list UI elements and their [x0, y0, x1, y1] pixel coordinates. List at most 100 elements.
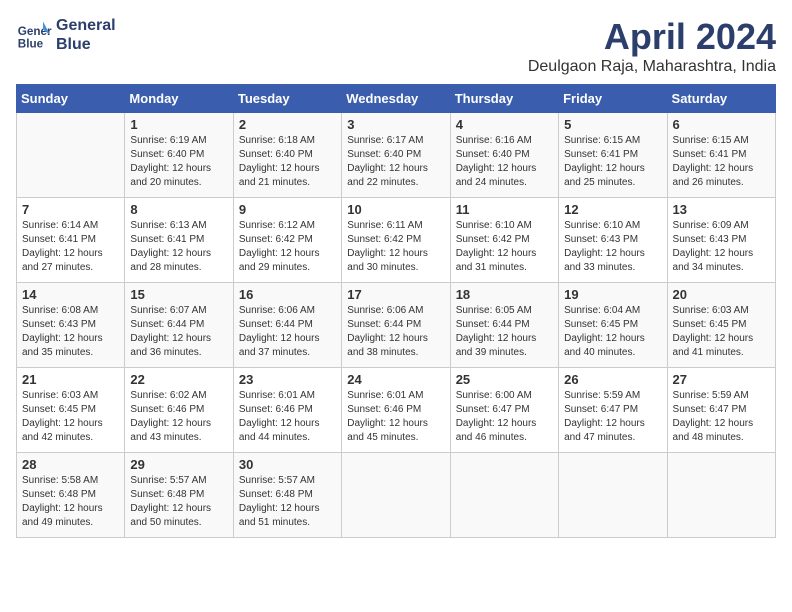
weekday-header-row: SundayMondayTuesdayWednesdayThursdayFrid…	[17, 85, 776, 113]
day-number: 8	[130, 202, 227, 217]
svg-text:Blue: Blue	[18, 38, 44, 51]
day-number: 2	[239, 117, 336, 132]
title-area: April 2024 Deulgaon Raja, Maharashtra, I…	[528, 16, 776, 76]
day-number: 21	[22, 372, 119, 387]
day-info: Sunrise: 6:19 AMSunset: 6:40 PMDaylight:…	[130, 134, 227, 190]
day-info: Sunrise: 5:58 AMSunset: 6:48 PMDaylight:…	[22, 474, 119, 530]
calendar-cell: 30 Sunrise: 5:57 AMSunset: 6:48 PMDaylig…	[233, 453, 341, 538]
weekday-header: Monday	[125, 85, 233, 113]
day-number: 16	[239, 287, 336, 302]
calendar-cell	[667, 453, 775, 538]
day-number: 14	[22, 287, 119, 302]
day-info: Sunrise: 6:03 AMSunset: 6:45 PMDaylight:…	[22, 389, 119, 445]
calendar-cell: 12 Sunrise: 6:10 AMSunset: 6:43 PMDaylig…	[559, 198, 667, 283]
month-title: April 2024	[528, 16, 776, 58]
day-number: 23	[239, 372, 336, 387]
calendar-cell: 13 Sunrise: 6:09 AMSunset: 6:43 PMDaylig…	[667, 198, 775, 283]
calendar-cell: 14 Sunrise: 6:08 AMSunset: 6:43 PMDaylig…	[17, 283, 125, 368]
calendar-cell: 16 Sunrise: 6:06 AMSunset: 6:44 PMDaylig…	[233, 283, 341, 368]
calendar-cell: 21 Sunrise: 6:03 AMSunset: 6:45 PMDaylig…	[17, 368, 125, 453]
day-number: 3	[347, 117, 444, 132]
day-number: 30	[239, 457, 336, 472]
day-number: 10	[347, 202, 444, 217]
weekday-header: Saturday	[667, 85, 775, 113]
calendar-cell: 6 Sunrise: 6:15 AMSunset: 6:41 PMDayligh…	[667, 113, 775, 198]
day-info: Sunrise: 5:59 AMSunset: 6:47 PMDaylight:…	[564, 389, 661, 445]
calendar-cell: 26 Sunrise: 5:59 AMSunset: 6:47 PMDaylig…	[559, 368, 667, 453]
day-info: Sunrise: 6:04 AMSunset: 6:45 PMDaylight:…	[564, 304, 661, 360]
day-info: Sunrise: 6:06 AMSunset: 6:44 PMDaylight:…	[347, 304, 444, 360]
day-number: 26	[564, 372, 661, 387]
calendar-cell: 25 Sunrise: 6:00 AMSunset: 6:47 PMDaylig…	[450, 368, 558, 453]
logo-text: GeneralBlue	[56, 16, 116, 54]
weekday-header: Friday	[559, 85, 667, 113]
day-info: Sunrise: 6:01 AMSunset: 6:46 PMDaylight:…	[347, 389, 444, 445]
day-number: 11	[456, 202, 553, 217]
calendar-cell: 3 Sunrise: 6:17 AMSunset: 6:40 PMDayligh…	[342, 113, 450, 198]
calendar-cell: 29 Sunrise: 5:57 AMSunset: 6:48 PMDaylig…	[125, 453, 233, 538]
day-number: 5	[564, 117, 661, 132]
day-info: Sunrise: 6:11 AMSunset: 6:42 PMDaylight:…	[347, 219, 444, 275]
calendar-cell: 11 Sunrise: 6:10 AMSunset: 6:42 PMDaylig…	[450, 198, 558, 283]
calendar-cell	[450, 453, 558, 538]
weekday-header: Tuesday	[233, 85, 341, 113]
calendar-cell: 1 Sunrise: 6:19 AMSunset: 6:40 PMDayligh…	[125, 113, 233, 198]
day-info: Sunrise: 6:16 AMSunset: 6:40 PMDaylight:…	[456, 134, 553, 190]
calendar-cell	[342, 453, 450, 538]
weekday-header: Sunday	[17, 85, 125, 113]
calendar-cell: 4 Sunrise: 6:16 AMSunset: 6:40 PMDayligh…	[450, 113, 558, 198]
calendar-cell: 5 Sunrise: 6:15 AMSunset: 6:41 PMDayligh…	[559, 113, 667, 198]
day-info: Sunrise: 6:08 AMSunset: 6:43 PMDaylight:…	[22, 304, 119, 360]
calendar-week-row: 28 Sunrise: 5:58 AMSunset: 6:48 PMDaylig…	[17, 453, 776, 538]
day-number: 24	[347, 372, 444, 387]
day-info: Sunrise: 6:15 AMSunset: 6:41 PMDaylight:…	[673, 134, 770, 190]
day-number: 9	[239, 202, 336, 217]
location-title: Deulgaon Raja, Maharashtra, India	[528, 58, 776, 76]
calendar-table: SundayMondayTuesdayWednesdayThursdayFrid…	[16, 84, 776, 538]
weekday-header: Thursday	[450, 85, 558, 113]
calendar-cell: 9 Sunrise: 6:12 AMSunset: 6:42 PMDayligh…	[233, 198, 341, 283]
calendar-week-row: 21 Sunrise: 6:03 AMSunset: 6:45 PMDaylig…	[17, 368, 776, 453]
day-number: 1	[130, 117, 227, 132]
day-number: 22	[130, 372, 227, 387]
day-info: Sunrise: 6:18 AMSunset: 6:40 PMDaylight:…	[239, 134, 336, 190]
day-info: Sunrise: 6:17 AMSunset: 6:40 PMDaylight:…	[347, 134, 444, 190]
day-info: Sunrise: 6:05 AMSunset: 6:44 PMDaylight:…	[456, 304, 553, 360]
calendar-week-row: 7 Sunrise: 6:14 AMSunset: 6:41 PMDayligh…	[17, 198, 776, 283]
calendar-cell	[17, 113, 125, 198]
day-info: Sunrise: 6:00 AMSunset: 6:47 PMDaylight:…	[456, 389, 553, 445]
day-info: Sunrise: 6:12 AMSunset: 6:42 PMDaylight:…	[239, 219, 336, 275]
day-info: Sunrise: 5:59 AMSunset: 6:47 PMDaylight:…	[673, 389, 770, 445]
day-info: Sunrise: 6:10 AMSunset: 6:42 PMDaylight:…	[456, 219, 553, 275]
day-number: 12	[564, 202, 661, 217]
day-number: 29	[130, 457, 227, 472]
calendar-cell: 19 Sunrise: 6:04 AMSunset: 6:45 PMDaylig…	[559, 283, 667, 368]
day-info: Sunrise: 6:09 AMSunset: 6:43 PMDaylight:…	[673, 219, 770, 275]
day-info: Sunrise: 6:01 AMSunset: 6:46 PMDaylight:…	[239, 389, 336, 445]
day-info: Sunrise: 6:03 AMSunset: 6:45 PMDaylight:…	[673, 304, 770, 360]
day-info: Sunrise: 6:13 AMSunset: 6:41 PMDaylight:…	[130, 219, 227, 275]
calendar-cell: 15 Sunrise: 6:07 AMSunset: 6:44 PMDaylig…	[125, 283, 233, 368]
day-number: 18	[456, 287, 553, 302]
weekday-header: Wednesday	[342, 85, 450, 113]
day-info: Sunrise: 6:02 AMSunset: 6:46 PMDaylight:…	[130, 389, 227, 445]
calendar-cell: 20 Sunrise: 6:03 AMSunset: 6:45 PMDaylig…	[667, 283, 775, 368]
day-number: 7	[22, 202, 119, 217]
calendar-cell: 23 Sunrise: 6:01 AMSunset: 6:46 PMDaylig…	[233, 368, 341, 453]
day-number: 4	[456, 117, 553, 132]
calendar-cell: 27 Sunrise: 5:59 AMSunset: 6:47 PMDaylig…	[667, 368, 775, 453]
calendar-cell: 22 Sunrise: 6:02 AMSunset: 6:46 PMDaylig…	[125, 368, 233, 453]
calendar-cell: 2 Sunrise: 6:18 AMSunset: 6:40 PMDayligh…	[233, 113, 341, 198]
calendar-cell: 17 Sunrise: 6:06 AMSunset: 6:44 PMDaylig…	[342, 283, 450, 368]
day-number: 15	[130, 287, 227, 302]
calendar-cell	[559, 453, 667, 538]
calendar-week-row: 14 Sunrise: 6:08 AMSunset: 6:43 PMDaylig…	[17, 283, 776, 368]
calendar-cell: 7 Sunrise: 6:14 AMSunset: 6:41 PMDayligh…	[17, 198, 125, 283]
day-number: 25	[456, 372, 553, 387]
day-info: Sunrise: 6:14 AMSunset: 6:41 PMDaylight:…	[22, 219, 119, 275]
calendar-cell: 18 Sunrise: 6:05 AMSunset: 6:44 PMDaylig…	[450, 283, 558, 368]
calendar-week-row: 1 Sunrise: 6:19 AMSunset: 6:40 PMDayligh…	[17, 113, 776, 198]
calendar-cell: 28 Sunrise: 5:58 AMSunset: 6:48 PMDaylig…	[17, 453, 125, 538]
day-number: 27	[673, 372, 770, 387]
page-header: General Blue GeneralBlue April 2024 Deul…	[16, 16, 776, 76]
